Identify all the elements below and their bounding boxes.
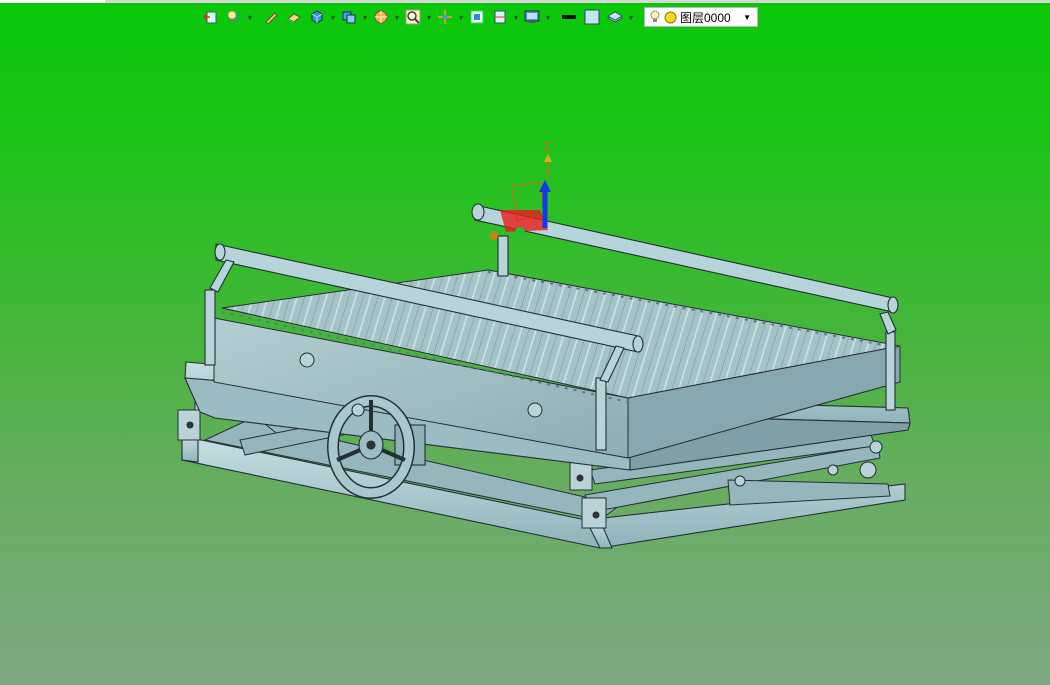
model-viewport[interactable]: Z bbox=[0, 0, 1050, 685]
triad-z-label: Z bbox=[543, 139, 551, 154]
